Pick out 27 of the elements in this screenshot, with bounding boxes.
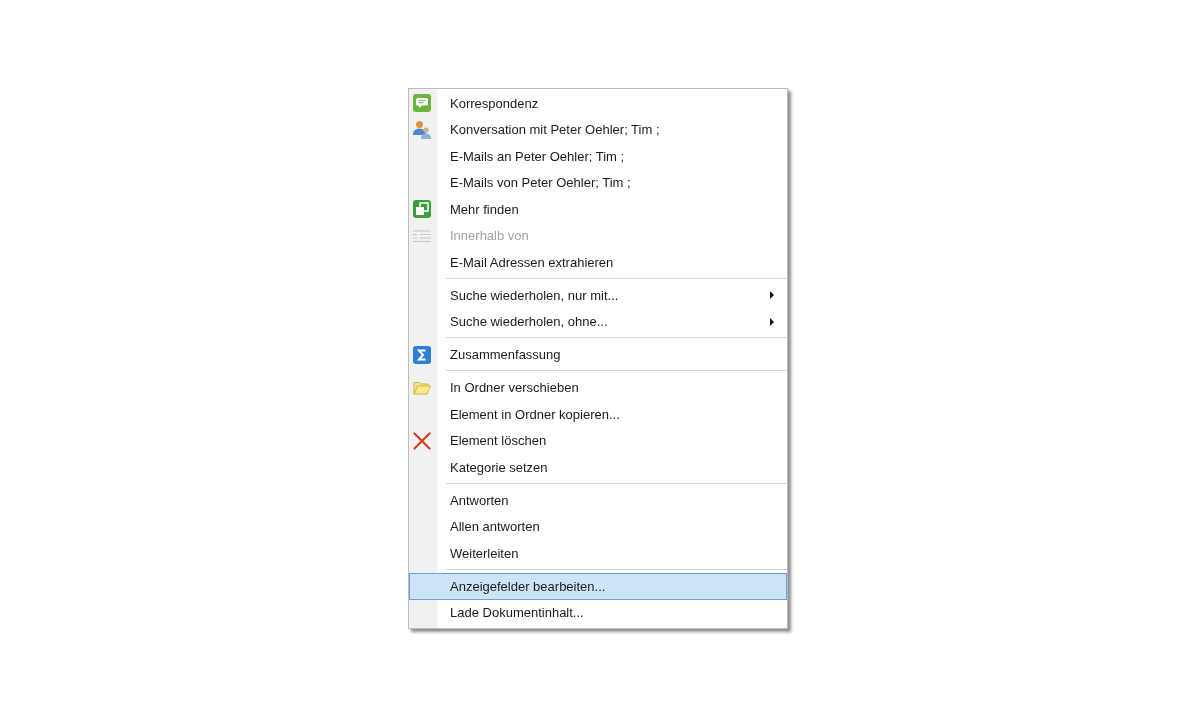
menu-item[interactable]: Anzeigefelder bearbeiten... (409, 573, 787, 600)
menu-item[interactable]: Lade Dokumentinhalt... (409, 599, 787, 626)
menu-item[interactable]: E-Mails an Peter Oehler; Tim ; (409, 143, 787, 170)
menu-item[interactable]: Suche wiederholen, ohne... (409, 308, 787, 335)
menu-item[interactable]: Kategorie setzen (409, 454, 787, 481)
menu-item[interactable]: Antworten (409, 487, 787, 514)
folder-icon (413, 380, 431, 396)
list-icon (413, 229, 431, 242)
menu-item[interactable]: Konversation mit Peter Oehler; Tim ; (409, 116, 787, 143)
menu-item[interactable]: In Ordner verschieben (409, 374, 787, 401)
menu-item[interactable]: Suche wiederholen, nur mit... (409, 282, 787, 309)
speech-bubble-icon (413, 94, 431, 113)
people-icon (413, 120, 431, 139)
menu-item[interactable]: E-Mail Adressen extrahieren (409, 249, 787, 276)
menu-item[interactable]: E-Mails von Peter Oehler; Tim ; (409, 169, 787, 196)
cross-icon (413, 431, 431, 450)
menu-item[interactable]: Weiterleiten (409, 540, 787, 567)
stacked-squares-icon (413, 200, 431, 219)
menu-item[interactable]: Zusammenfassung (409, 341, 787, 368)
menu-item[interactable]: Mehr finden (409, 196, 787, 223)
menu-item[interactable]: Element in Ordner kopieren... (409, 401, 787, 428)
caret-right-icon (770, 317, 774, 326)
caret-right-icon (770, 291, 774, 300)
sigma-icon (413, 345, 431, 364)
menu-item[interactable]: Allen antworten (409, 513, 787, 540)
menu-item[interactable]: Element löschen (409, 427, 787, 454)
menu-item[interactable]: Korrespondenz (409, 90, 787, 117)
